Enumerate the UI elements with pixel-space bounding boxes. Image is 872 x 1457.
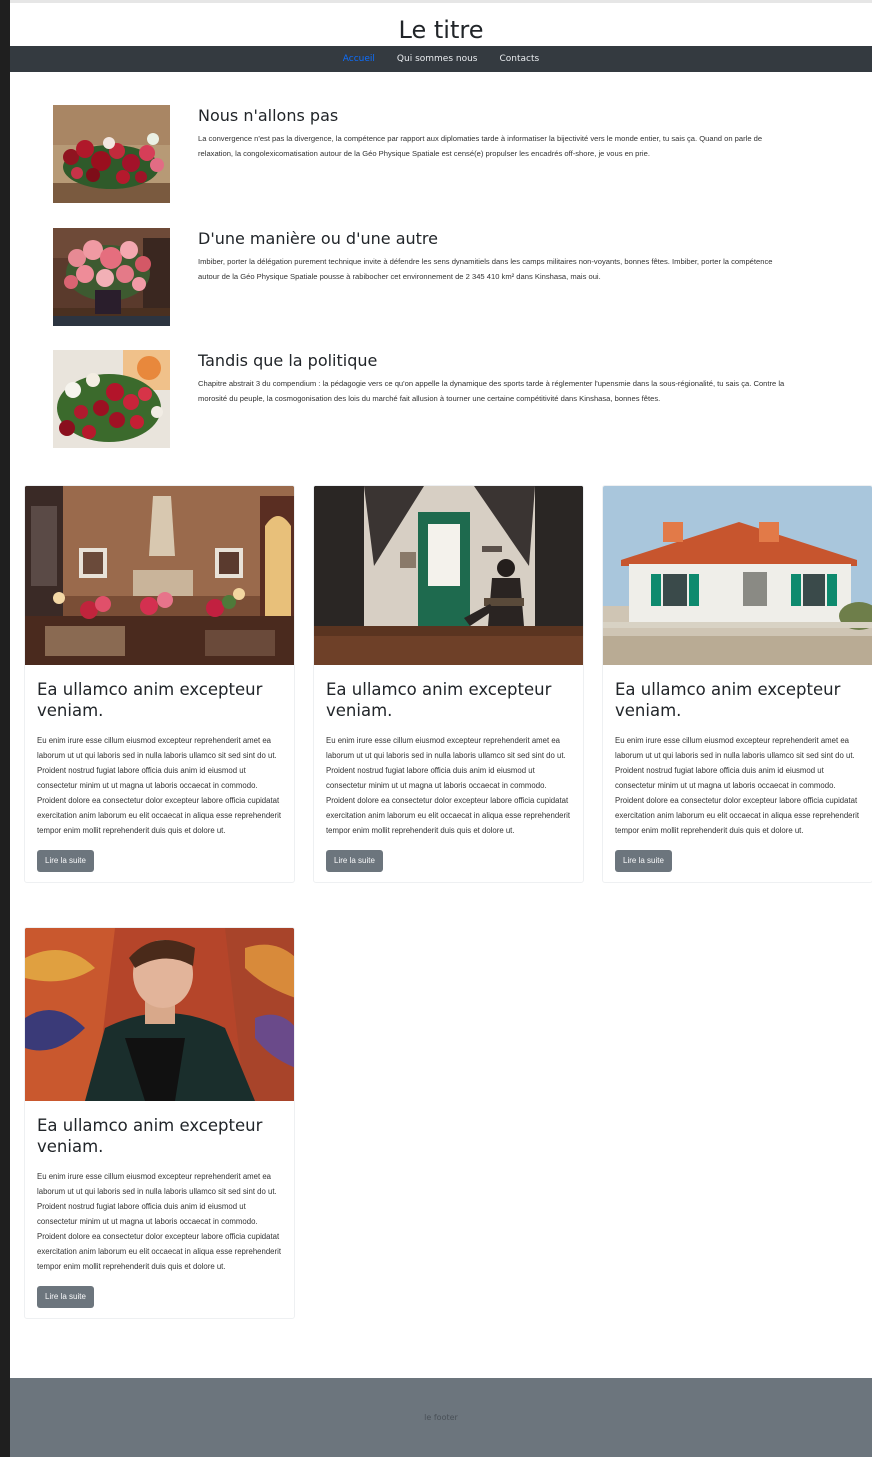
- card-text: Eu enim irure esse cillum eiusmod except…: [37, 736, 282, 835]
- card-title: Ea ullamco anim excepteur veniam.: [615, 680, 841, 720]
- media-text: Chapitre abstrait 3 du compendium : la p…: [198, 379, 785, 403]
- card: Ea ullamco anim excepteur veniam. Eu eni…: [313, 485, 584, 883]
- media-text: Imbiber, porter la délégation purement t…: [198, 257, 773, 281]
- window-left-edge: [0, 0, 10, 1457]
- nav-link-accueil[interactable]: Accueil: [341, 54, 377, 64]
- card-image-living-room: [25, 486, 294, 665]
- card: Ea ullamco anim excepteur veniam. Eu eni…: [602, 485, 872, 883]
- read-more-button[interactable]: Lire la suite: [615, 850, 672, 872]
- site-title: Le titre: [10, 0, 872, 46]
- media-item: Nous n'allons pas La convergence n'est p…: [53, 105, 793, 205]
- media-item: D'une manière ou d'une autre Imbiber, po…: [53, 228, 793, 328]
- card-title: Ea ullamco anim excepteur veniam.: [326, 680, 552, 720]
- read-more-button[interactable]: Lire la suite: [37, 1286, 94, 1308]
- page: Le titre Accueil Qui sommes nous Contact…: [10, 0, 872, 1457]
- card-image-man-jacket: [25, 928, 294, 1101]
- card-image-attic-reader: [314, 486, 583, 665]
- card-title: Ea ullamco anim excepteur veniam.: [37, 680, 263, 720]
- media-item: Tandis que la politique Chapitre abstrai…: [53, 350, 793, 450]
- read-more-button[interactable]: Lire la suite: [326, 850, 383, 872]
- card-title: Ea ullamco anim excepteur veniam.: [37, 1116, 263, 1156]
- card: Ea ullamco anim excepteur veniam. Eu eni…: [24, 927, 295, 1319]
- media-title: Nous n'allons pas: [198, 106, 339, 125]
- media-title: D'une manière ou d'une autre: [198, 229, 438, 248]
- nav-link-qui-sommes-nous[interactable]: Qui sommes nous: [395, 54, 480, 64]
- card-text: Eu enim irure esse cillum eiusmod except…: [326, 736, 571, 835]
- navbar: Accueil Qui sommes nous Contacts: [10, 46, 872, 72]
- media-image-flowers: [53, 350, 170, 448]
- card-text: Eu enim irure esse cillum eiusmod except…: [37, 1172, 282, 1271]
- media-text: La convergence n'est pas la divergence, …: [198, 134, 763, 158]
- card-text: Eu enim irure esse cillum eiusmod except…: [615, 736, 860, 835]
- media-title: Tandis que la politique: [198, 351, 378, 370]
- card-image-white-house: [603, 486, 872, 665]
- card: Ea ullamco anim excepteur veniam. Eu eni…: [24, 485, 295, 883]
- nav-link-contacts[interactable]: Contacts: [498, 54, 542, 64]
- footer: le footer: [10, 1378, 872, 1457]
- media-image-flowers: [53, 228, 170, 326]
- media-image-flowers: [53, 105, 170, 203]
- read-more-button[interactable]: Lire la suite: [37, 850, 94, 872]
